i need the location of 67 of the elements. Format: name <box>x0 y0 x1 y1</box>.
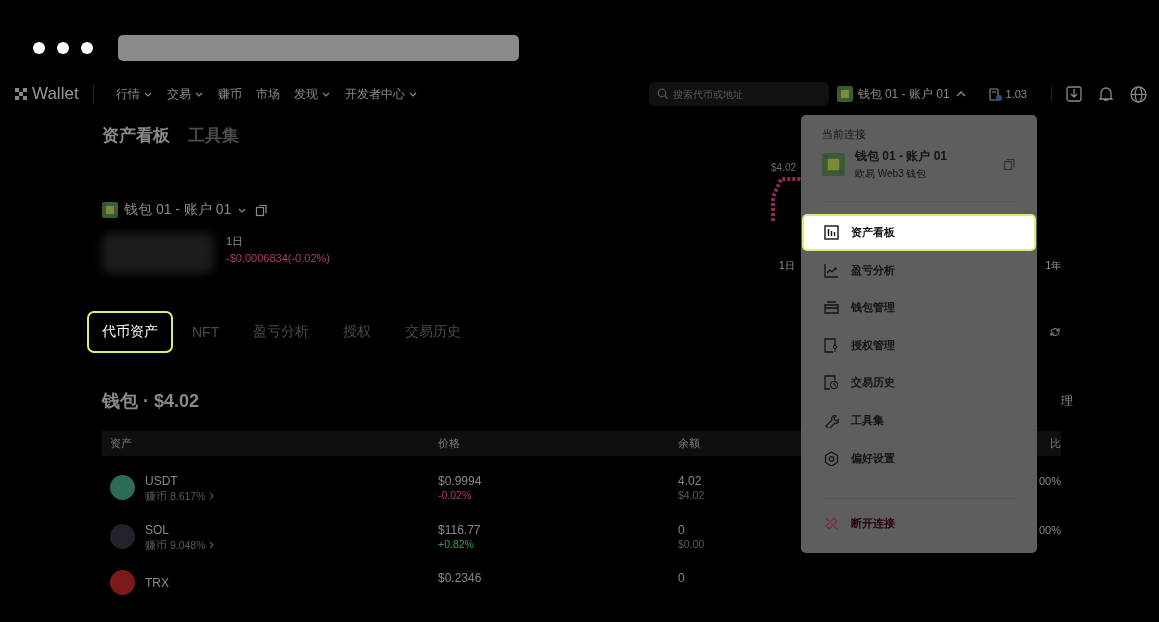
token-balance: 0 <box>678 570 685 587</box>
broken-link-icon <box>824 516 839 532</box>
balance-change: -$0.0006834(-0.02%) <box>226 251 330 266</box>
column-header: 比 <box>1050 437 1061 449</box>
account-selector[interactable]: 钱包 01 - 账户 01 <box>836 85 967 103</box>
nav-item[interactable]: 交易 <box>166 85 204 103</box>
section-label: 当前连接 <box>821 128 867 142</box>
earn-rate[interactable]: 赚币 8.617% <box>145 489 206 502</box>
nav-item[interactable]: 开发者中心 <box>344 85 418 103</box>
hexagon-gear-icon <box>824 450 839 466</box>
earn-rate[interactable]: 赚币 9.048% <box>145 538 206 551</box>
wallet-type: 欧易 Web3 钱包 <box>855 167 928 181</box>
column-header: 价格 <box>438 437 460 449</box>
price-change: -0.02% <box>438 489 472 502</box>
nav-item[interactable]: 行情 <box>115 85 153 103</box>
token-price: $0.9994 <box>438 473 482 489</box>
price-change: +0.82% <box>438 537 474 551</box>
refresh-icon[interactable] <box>1049 326 1061 338</box>
chevron-right-icon <box>207 492 215 501</box>
avatar-icon <box>836 86 853 102</box>
menu-item[interactable]: 资产看板 <box>802 214 1036 251</box>
wallet-icon <box>824 300 839 316</box>
page-tab[interactable]: 资产看板 <box>102 124 170 147</box>
gas-icon <box>988 87 1002 101</box>
logo-icon <box>14 87 28 101</box>
token-balance: 0 <box>678 521 685 538</box>
clock-document-icon <box>824 375 839 391</box>
account-name: 钱包 01 - 账户 01 <box>855 148 949 165</box>
manage-link[interactable]: 理 <box>1061 392 1073 410</box>
gas-value: 1.03 <box>1005 88 1027 100</box>
token-balance: 4.02 <box>678 473 702 489</box>
chart-label: $4.02 <box>771 162 797 173</box>
nav-item[interactable]: 市场 <box>255 85 280 103</box>
token-symbol: SOL <box>145 521 170 538</box>
key-document-icon <box>824 337 839 353</box>
token-symbol: TRX <box>145 574 169 591</box>
period-label: 1日 <box>226 234 245 249</box>
copy-icon[interactable] <box>255 203 269 217</box>
wallet-heading: 钱包 · $4.02 <box>102 390 200 413</box>
logo-text: Wallet <box>32 84 79 104</box>
balance-value: $0.00 <box>678 537 705 551</box>
search-field[interactable]: 搜索代币或地址 <box>648 82 829 106</box>
bar-chart-icon <box>824 225 839 240</box>
portfolio-share: 00% <box>1038 475 1061 487</box>
nav-item[interactable]: 赚币 <box>217 85 242 103</box>
avatar-icon <box>822 153 845 176</box>
wrench-icon <box>824 412 839 428</box>
chevron-right-icon <box>207 540 215 549</box>
asset-tab[interactable]: 代币资产 <box>87 311 173 353</box>
account-selector[interactable]: 钱包 01 - 账户 01 <box>102 201 248 219</box>
globe-icon[interactable] <box>1130 85 1147 103</box>
avatar-icon <box>102 202 118 218</box>
chevron-up-icon <box>954 89 967 99</box>
notification-bell-icon[interactable] <box>1098 86 1114 102</box>
range-option[interactable]: 1日 <box>779 259 795 273</box>
portfolio-share: 00% <box>1038 523 1061 536</box>
window-controls-icon <box>33 42 93 54</box>
token-price: $0.2346 <box>438 570 482 587</box>
token-symbol: USDT <box>145 473 179 489</box>
range-option[interactable]: 1年 <box>1045 259 1061 273</box>
line-chart-icon <box>824 262 839 278</box>
balance-value: $4.02 <box>678 489 705 502</box>
column-header: 资产 <box>110 437 132 449</box>
column-header: 余额 <box>678 437 700 449</box>
nav-item[interactable]: 发现 <box>293 85 331 103</box>
download-icon[interactable] <box>1051 86 1082 102</box>
token-price: $116.77 <box>438 521 481 538</box>
